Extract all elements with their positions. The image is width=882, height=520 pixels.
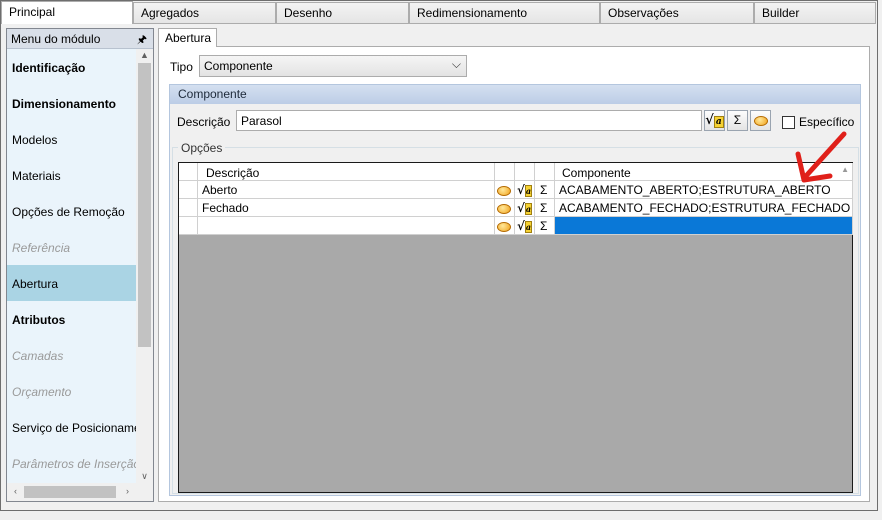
row-indicator[interactable] <box>179 199 198 217</box>
sigma-icon: Σ <box>540 183 548 197</box>
tab-abertura[interactable]: Abertura <box>158 28 218 47</box>
module-menu-panel: Menu do módulo 🖈 Identificação Dimension… <box>6 28 154 502</box>
menu-item-parametros-insercao: Parâmetros de Inserção <box>12 457 136 471</box>
menu-item-materiais[interactable]: Materiais <box>7 157 136 193</box>
formula-button[interactable]: √ a <box>704 110 725 131</box>
cell-componente-selected[interactable] <box>555 217 853 235</box>
speech-bubble-icon <box>753 115 768 126</box>
sum-cell[interactable]: Σ <box>535 217 555 235</box>
menu-item-modelos[interactable]: Modelos <box>7 121 136 157</box>
menu-item-referencia: Referência <box>12 241 71 255</box>
sigma-icon: Σ <box>540 201 548 215</box>
chevron-down-icon: ⌵ <box>451 57 461 71</box>
module-menu-title: Menu do módulo <box>11 32 101 46</box>
menu-horizontal-scrollbar[interactable]: ‹ › <box>7 483 153 501</box>
formula-cell[interactable]: √a <box>515 217 535 235</box>
componente-group: Componente Descrição Parasol √ a Σ Especí… <box>169 84 861 496</box>
red-arrow-annotation <box>795 131 847 183</box>
menu-item-identificacao[interactable]: Identificação <box>7 49 136 85</box>
sum-cell[interactable]: Σ <box>535 199 555 217</box>
sigma-icon: Σ <box>540 219 548 233</box>
menu-vertical-scrollbar[interactable]: ▲ ∨ <box>136 49 153 483</box>
descricao-input[interactable]: Parasol <box>236 110 702 131</box>
comment-cell[interactable] <box>495 217 515 235</box>
row-indicator[interactable] <box>179 181 198 199</box>
scroll-down-icon[interactable]: ∨ <box>136 471 153 482</box>
tab-redimensionamento[interactable]: Redimensionamento <box>409 2 600 23</box>
module-menu-header: Menu do módulo 🖈 <box>7 29 153 49</box>
speech-bubble-icon <box>497 221 511 232</box>
sigma-icon: Σ <box>733 113 742 127</box>
menu-item-orcamento: Orçamento <box>12 385 72 399</box>
speech-bubble-icon <box>497 185 511 196</box>
tab-agregados[interactable]: Agregados <box>133 2 276 23</box>
comment-cell[interactable] <box>495 199 515 217</box>
abertura-content: Tipo Componente ⌵ Componente Descrição P… <box>158 46 870 502</box>
tab-observacoes[interactable]: Observações <box>600 2 754 23</box>
tab-desenho[interactable]: Desenho <box>276 2 409 23</box>
especifico-label: Específico <box>799 115 855 129</box>
scroll-right-icon[interactable]: › <box>119 486 136 496</box>
column-header-descricao[interactable]: Descrição <box>198 163 495 181</box>
tab-builder[interactable]: Builder <box>754 2 876 23</box>
main-tab-strip: Principal Agregados Desenho Redimensiona… <box>1 1 876 24</box>
cell-descricao[interactable]: Fechado <box>198 199 495 217</box>
comment-button[interactable] <box>750 110 771 131</box>
column-header-comment <box>495 163 515 181</box>
especifico-checkbox[interactable] <box>782 116 795 129</box>
cell-descricao[interactable]: Aberto <box>198 181 495 199</box>
opcoes-label: Opções <box>178 141 226 155</box>
sum-cell[interactable]: Σ <box>535 181 555 199</box>
menu-item-dimensionamento[interactable]: Dimensionamento <box>7 85 136 121</box>
menu-item-opcoes-remocao[interactable]: Opções de Remoção <box>7 193 136 229</box>
formula-icon: √a <box>705 113 724 128</box>
tipo-select-value: Componente <box>204 59 273 73</box>
formula-cell[interactable]: √a <box>515 181 535 199</box>
menu-horizontal-scroll-thumb[interactable] <box>24 486 116 498</box>
componente-group-title: Componente <box>170 85 860 104</box>
speech-bubble-icon <box>497 203 511 214</box>
row-indicator[interactable] <box>179 217 198 235</box>
menu-item-atributos[interactable]: Atributos <box>7 301 136 337</box>
scroll-up-icon[interactable]: ▲ <box>136 50 153 60</box>
comment-cell[interactable] <box>495 181 515 199</box>
formula-icon: √a <box>517 219 533 233</box>
column-header-sum <box>535 163 555 181</box>
cell-descricao[interactable] <box>198 217 495 235</box>
formula-cell[interactable]: √a <box>515 199 535 217</box>
menu-item-camadas: Camadas <box>12 349 64 363</box>
row-indicator-header <box>179 163 198 181</box>
formula-icon: √a <box>517 183 533 197</box>
descricao-label: Descrição <box>177 115 231 129</box>
menu-item-abertura[interactable]: Abertura <box>7 265 136 301</box>
tipo-select[interactable]: Componente ⌵ <box>199 55 467 77</box>
tipo-label: Tipo <box>170 60 193 74</box>
module-menu-list: Identificação Dimensionamento Modelos Ma… <box>7 49 136 483</box>
abertura-panel: Abertura Tipo Componente ⌵ Componente De… <box>158 28 870 502</box>
sum-button[interactable]: Σ <box>727 110 748 131</box>
formula-icon: √a <box>517 201 533 215</box>
column-header-formula <box>515 163 535 181</box>
menu-item-servico-posicionamento[interactable]: Serviço de Posicionamen <box>7 409 136 445</box>
cell-componente[interactable]: ACABAMENTO_FECHADO;ESTRUTURA_FECHADO <box>555 199 853 217</box>
pin-icon[interactable]: 🖈 <box>137 31 147 50</box>
opcoes-grid: Descrição Componente ▲ Aberto √a Σ ACABA… <box>178 162 853 493</box>
tab-principal[interactable]: Principal <box>1 1 133 24</box>
scroll-left-icon[interactable]: ‹ <box>7 486 24 496</box>
menu-vertical-scroll-thumb[interactable] <box>138 63 151 347</box>
